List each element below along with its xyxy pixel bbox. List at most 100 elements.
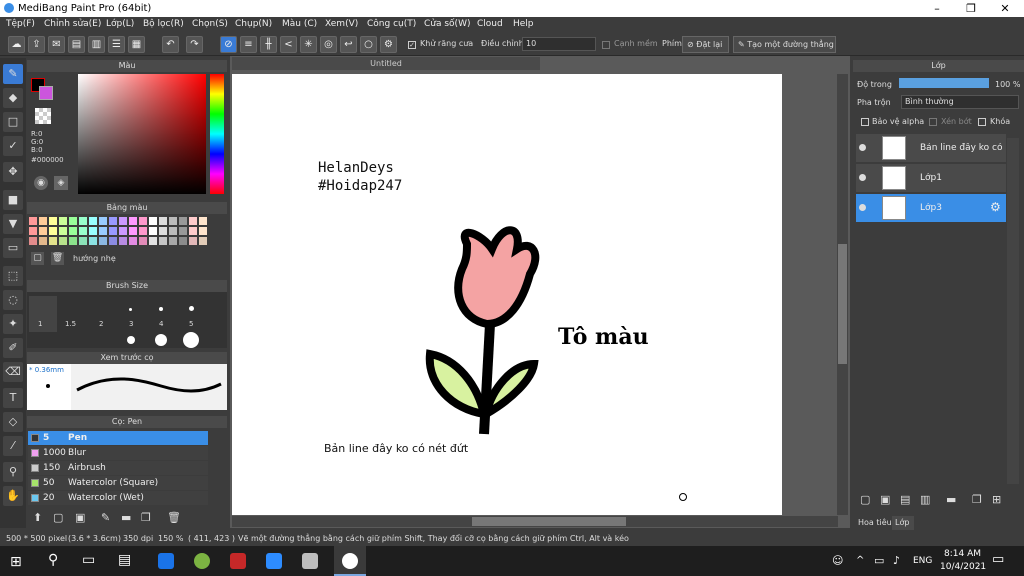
tab-layer[interactable]: Lớp — [892, 516, 914, 530]
maximize-button[interactable]: ❐ — [954, 0, 988, 17]
language-indicator[interactable]: ENG — [913, 556, 932, 566]
color-swatch[interactable] — [69, 227, 77, 235]
list-icon[interactable]: ☰ — [108, 36, 125, 53]
color-swatch[interactable] — [99, 237, 107, 245]
color-swatch[interactable] — [139, 237, 147, 245]
color-swatch[interactable] — [59, 237, 67, 245]
copy-icon[interactable]: ❐ — [141, 511, 151, 524]
magic-wand-tool-icon[interactable]: ✦ — [3, 314, 23, 334]
color-swatch[interactable] — [89, 217, 97, 225]
brush-row[interactable]: 5 Pen — [28, 431, 208, 445]
network-icon[interactable]: ▭ — [874, 554, 884, 567]
color-swatch[interactable] — [39, 227, 47, 235]
grid-icon[interactable]: ▦ — [128, 36, 145, 53]
color-swatch[interactable] — [159, 227, 167, 235]
close-button[interactable]: ✕ — [988, 0, 1022, 17]
file-explorer-icon[interactable]: ▤ — [118, 552, 131, 568]
menu-help[interactable]: Help — [513, 19, 534, 29]
size-cell[interactable] — [29, 296, 57, 332]
new-halftone-layer-icon[interactable]: ▣ — [880, 493, 890, 506]
color-swatch[interactable] — [99, 217, 107, 225]
color-swatch[interactable] — [119, 217, 127, 225]
color-swatch[interactable] — [159, 217, 167, 225]
opacity-slider[interactable] — [899, 78, 989, 88]
menu-cloud[interactable]: Cloud — [477, 19, 503, 29]
rectangle-tool-icon[interactable]: □ — [3, 112, 23, 132]
brush-tool-icon[interactable]: ✎ — [3, 64, 23, 84]
layer-settings-icon[interactable]: ⚙ — [990, 200, 1001, 214]
visibility-icon[interactable] — [859, 174, 866, 181]
merge-layer-icon[interactable]: ⊞ — [992, 493, 1001, 506]
people-icon[interactable]: ☺ — [832, 554, 843, 567]
color-swatch[interactable] — [109, 227, 117, 235]
visibility-icon[interactable] — [859, 144, 866, 151]
color-swatch[interactable] — [169, 227, 177, 235]
color-swatch[interactable] — [159, 237, 167, 245]
color-swatch[interactable] — [189, 237, 197, 245]
parallel-snap-icon[interactable]: ≡ — [240, 36, 257, 53]
palette-icon[interactable]: ◉ — [34, 176, 48, 190]
layer-menu-icon[interactable]: ▥ — [920, 493, 930, 506]
select-pen-tool-icon[interactable]: ✐ — [3, 338, 23, 358]
color-swatch[interactable] — [139, 227, 147, 235]
color-picker-icon[interactable]: ◈ — [54, 176, 68, 190]
new-layer-icon[interactable]: ▢ — [860, 493, 870, 506]
transparent-color[interactable] — [35, 108, 51, 124]
document-tab[interactable]: Untitled — [232, 57, 540, 70]
fill-rect-tool-icon[interactable]: ■ — [3, 190, 23, 210]
adjust-select[interactable]: 10 — [522, 37, 596, 51]
menu-tools[interactable]: Công cụ(T) — [367, 19, 416, 29]
dot-tool-icon[interactable]: ✓ — [3, 136, 23, 156]
redo-icon[interactable]: ↷ — [186, 36, 203, 53]
task-view-icon[interactable]: ▭ — [82, 552, 95, 568]
color-swatch[interactable] — [59, 227, 67, 235]
vertical-scroll-thumb[interactable] — [838, 244, 847, 364]
lasso-tool-icon[interactable]: ◌ — [3, 290, 23, 310]
horizontal-scrollbar[interactable] — [232, 516, 838, 527]
move-tool-icon[interactable]: ✥ — [3, 162, 23, 182]
color-swatch[interactable] — [49, 217, 57, 225]
search-icon[interactable]: ⚲ — [48, 552, 58, 568]
volume-icon[interactable]: ♪ — [893, 554, 900, 567]
circle-snap-icon[interactable]: ◎ — [320, 36, 337, 53]
comment-icon[interactable]: ✉ — [48, 36, 65, 53]
color-swatch[interactable] — [179, 237, 187, 245]
color-swatch[interactable] — [69, 237, 77, 245]
lock-checkbox[interactable] — [978, 118, 986, 126]
add-swatch-icon[interactable]: ▢ — [31, 252, 44, 265]
color-swatch[interactable] — [139, 217, 147, 225]
menu-layer[interactable]: Lớp(L) — [106, 19, 134, 29]
zoom-icon[interactable] — [266, 553, 282, 569]
curve-snap-icon[interactable]: ↩ — [340, 36, 357, 53]
clip-checkbox[interactable] — [929, 118, 937, 126]
medibang-taskbar-button[interactable] — [334, 546, 366, 576]
blend-select[interactable]: Bình thường — [901, 95, 1019, 109]
folder-icon[interactable]: ▬ — [121, 511, 131, 524]
color-swatch[interactable] — [99, 227, 107, 235]
layer-folder-icon[interactable]: ▬ — [946, 493, 956, 506]
edge-checkbox[interactable] — [602, 41, 610, 49]
paint-icon[interactable] — [302, 553, 318, 569]
menu-edit[interactable]: Chỉnh sửa(E) — [44, 19, 101, 29]
menu-filter[interactable]: Bộ lọc(R) — [143, 19, 184, 29]
color-swatch[interactable] — [79, 227, 87, 235]
color-swatch[interactable] — [29, 227, 37, 235]
select-rect-tool-icon[interactable]: ⬚ — [3, 266, 23, 286]
color-swatch[interactable] — [189, 217, 197, 225]
color-swatch[interactable] — [39, 217, 47, 225]
brush-edit-icon[interactable]: ✎ — [101, 511, 110, 524]
color-swatch[interactable] — [29, 237, 37, 245]
zalo-icon[interactable] — [158, 553, 174, 569]
eraser-tool-icon[interactable]: ◆ — [3, 88, 23, 108]
color-swatch[interactable] — [129, 217, 137, 225]
clock-time[interactable]: 8:14 AM — [944, 549, 981, 559]
clock-date[interactable]: 10/4/2021 — [940, 562, 986, 572]
straight-line-button[interactable]: ✎ Tạo một đường thẳng — [733, 36, 836, 53]
color-swatch[interactable] — [169, 217, 177, 225]
color-swatch[interactable] — [179, 227, 187, 235]
trash-icon[interactable]: 🗑 — [167, 511, 181, 524]
new-icon[interactable]: ▤ — [68, 36, 85, 53]
vanishing-snap-icon[interactable]: < — [280, 36, 297, 53]
color-swatch[interactable] — [119, 227, 127, 235]
gradient-tool-icon[interactable]: ▭ — [3, 238, 23, 258]
